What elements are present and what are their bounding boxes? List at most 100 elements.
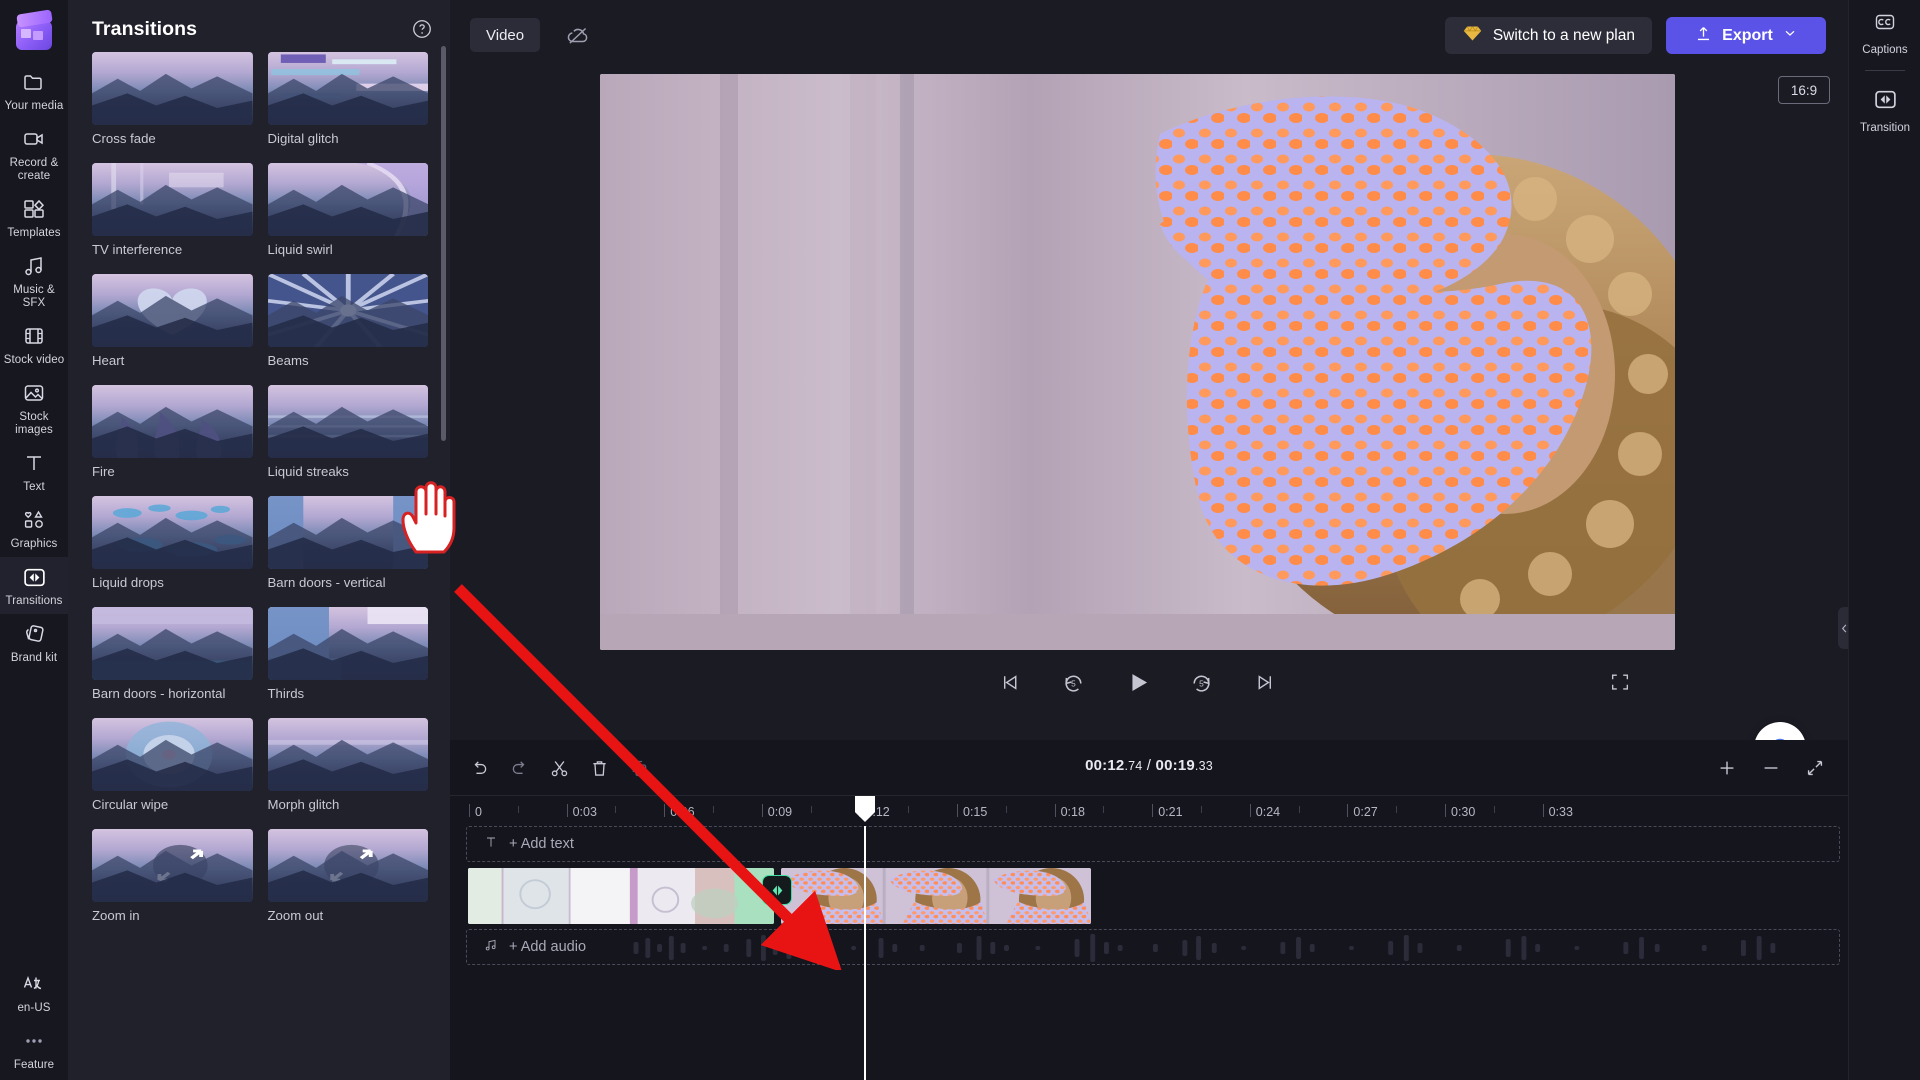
timeline: 00:12.74 / 00:19.33 0 0:03 0:06 0:09 0:12 0:1… [450, 740, 1848, 1080]
transition-tile[interactable]: Morph glitch [267, 718, 428, 821]
transition-tile[interactable]: Liquid swirl [267, 163, 428, 266]
switch-plan-button[interactable]: Switch to a new plan [1444, 17, 1652, 54]
templates-icon [21, 196, 47, 222]
sidebar-item-templates[interactable]: Templates [0, 189, 68, 246]
add-text-track[interactable]: + Add text [466, 826, 1840, 862]
transition-thumbnail [92, 385, 253, 458]
right-item-captions[interactable]: Captions [1849, 0, 1920, 64]
audio-waveform [633, 934, 1776, 962]
transition-tile[interactable]: Zoom in [92, 829, 253, 932]
timeline-playhead[interactable] [855, 796, 875, 1080]
ruler-tick-minor [908, 806, 910, 813]
timeline-clip-a[interactable] [466, 866, 776, 926]
transition-tile[interactable]: TV interference [92, 163, 253, 266]
transition-tile[interactable]: Heart [92, 274, 253, 377]
ruler-tick [664, 804, 666, 817]
top-toolbar: Video Switch to a new plan Export [450, 0, 1848, 62]
sidebar-item-record-create[interactable]: Record & create [0, 119, 68, 189]
timeline-ruler[interactable]: 0 0:03 0:06 0:09 0:12 0:15 0:18 0:21 0:24 0:27 0:3… [450, 796, 1848, 826]
transition-tile[interactable]: Fire [92, 385, 253, 488]
panel-scrollbar[interactable] [441, 46, 446, 1074]
skip-end-icon[interactable] [1251, 667, 1281, 697]
transition-tile[interactable]: Cross fade [92, 52, 253, 155]
sidebar-item-language[interactable]: en-US [0, 964, 68, 1021]
ruler-tick [1152, 804, 1154, 817]
sidebar-item-feature[interactable]: Feature [0, 1021, 68, 1078]
more-dots-icon [21, 1028, 47, 1054]
transition-tile[interactable]: Digital glitch [267, 52, 428, 155]
hand-pointer-cursor [401, 481, 456, 554]
tab-video[interactable]: Video [470, 18, 541, 52]
sidebar-item-music-sfx[interactable]: Music & SFX [0, 246, 68, 316]
fullscreen-icon[interactable] [1605, 667, 1635, 697]
current-time: 00:12 [1085, 757, 1125, 774]
sidebar-item-your-media[interactable]: Your media [0, 62, 68, 119]
add-audio-track[interactable]: + Add audio [466, 929, 1840, 965]
sidebar-item-brand-kit[interactable]: Brand kit [0, 614, 68, 671]
ruler-tick-label: 0:09 [767, 805, 793, 819]
ruler-tick-minor [810, 806, 812, 813]
skip-start-icon[interactable] [995, 667, 1025, 697]
transition-name: Digital glitch [267, 131, 339, 146]
ruler-tick-label: 0:30 [1451, 805, 1476, 819]
ruler-tick-label: 0:06 [670, 805, 695, 819]
right-item-transition[interactable]: Transition [1849, 77, 1920, 142]
transition-tile[interactable]: Beams [267, 274, 428, 377]
cc-icon [1873, 10, 1897, 39]
sidebar-item-graphics[interactable]: Graphics [0, 500, 68, 557]
sidebar-item-transitions[interactable]: Transitions [0, 557, 68, 614]
transition-tile[interactable]: Zoom out [267, 829, 428, 932]
transition-tile[interactable]: Thirds [267, 607, 428, 710]
plus-icon[interactable] [1712, 753, 1742, 783]
play-icon[interactable] [1123, 667, 1153, 697]
transition-thumbnail [267, 829, 428, 902]
export-label: Export [1722, 26, 1773, 44]
transition-badge[interactable] [762, 875, 792, 905]
sidebar-item-stock-images[interactable]: Stock images [0, 373, 68, 443]
sidebar-item-stock-video[interactable]: Stock video [0, 316, 68, 373]
ruler-tick [566, 804, 568, 817]
switch-plan-label: Switch to a new plan [1492, 26, 1635, 44]
video-preview[interactable] [600, 74, 1675, 650]
transition-name: Fire [92, 464, 115, 479]
ruler-tick-minor [1298, 806, 1300, 813]
aspect-ratio-button[interactable]: 16:9 [1778, 76, 1830, 104]
minus-icon[interactable] [1756, 753, 1786, 783]
sidebar-item-text[interactable]: Text [0, 443, 68, 500]
transition-thumbnail [267, 385, 428, 458]
ruler-tick-minor [713, 806, 714, 813]
sidebar-label: Music & SFX [13, 284, 55, 309]
image-icon [21, 380, 47, 406]
transition-thumbnail [92, 496, 253, 569]
export-button[interactable]: Export [1666, 17, 1826, 54]
question-circle-icon[interactable] [408, 15, 436, 43]
upload-icon [1694, 24, 1713, 48]
preview-area: 16:9 5 5 [450, 62, 1850, 802]
cloud-off-icon[interactable] [565, 22, 591, 48]
ruler-tick [761, 804, 763, 817]
forward-5-icon[interactable]: 5 [1187, 667, 1217, 697]
transition-tile[interactable]: Circular wipe [92, 718, 253, 821]
video-camera-icon [21, 126, 47, 152]
transition-tile[interactable]: Liquid streaks [267, 385, 428, 488]
transition-name: Barn doors - vertical [267, 575, 386, 590]
shapes-icon [21, 507, 47, 533]
transition-tile[interactable]: Barn doors - horizontal [92, 607, 253, 710]
music-note-icon [21, 253, 47, 279]
ruler-tick-label: 0:33 [1548, 805, 1573, 819]
ruler-tick-minor [517, 806, 519, 813]
fit-icon[interactable] [1800, 753, 1830, 783]
language-icon [21, 971, 47, 997]
ruler-tick-minor [1396, 806, 1398, 813]
add-audio-label: + Add audio [509, 939, 587, 955]
sidebar-label: Graphics [10, 538, 58, 550]
transition-name: Zoom in [92, 908, 140, 923]
transition-tile[interactable]: Liquid drops [92, 496, 253, 599]
transitions-panel: Transitions Cross fade Digital glitch TV i… [68, 0, 450, 1080]
ruler-tick-label: 0:21 [1158, 805, 1183, 819]
rewind-5-icon[interactable]: 5 [1059, 667, 1089, 697]
timeline-clip-b[interactable] [779, 866, 1093, 926]
ruler-tick [1054, 804, 1056, 817]
ruler-tick [1445, 804, 1446, 817]
app-logo[interactable] [0, 0, 68, 62]
